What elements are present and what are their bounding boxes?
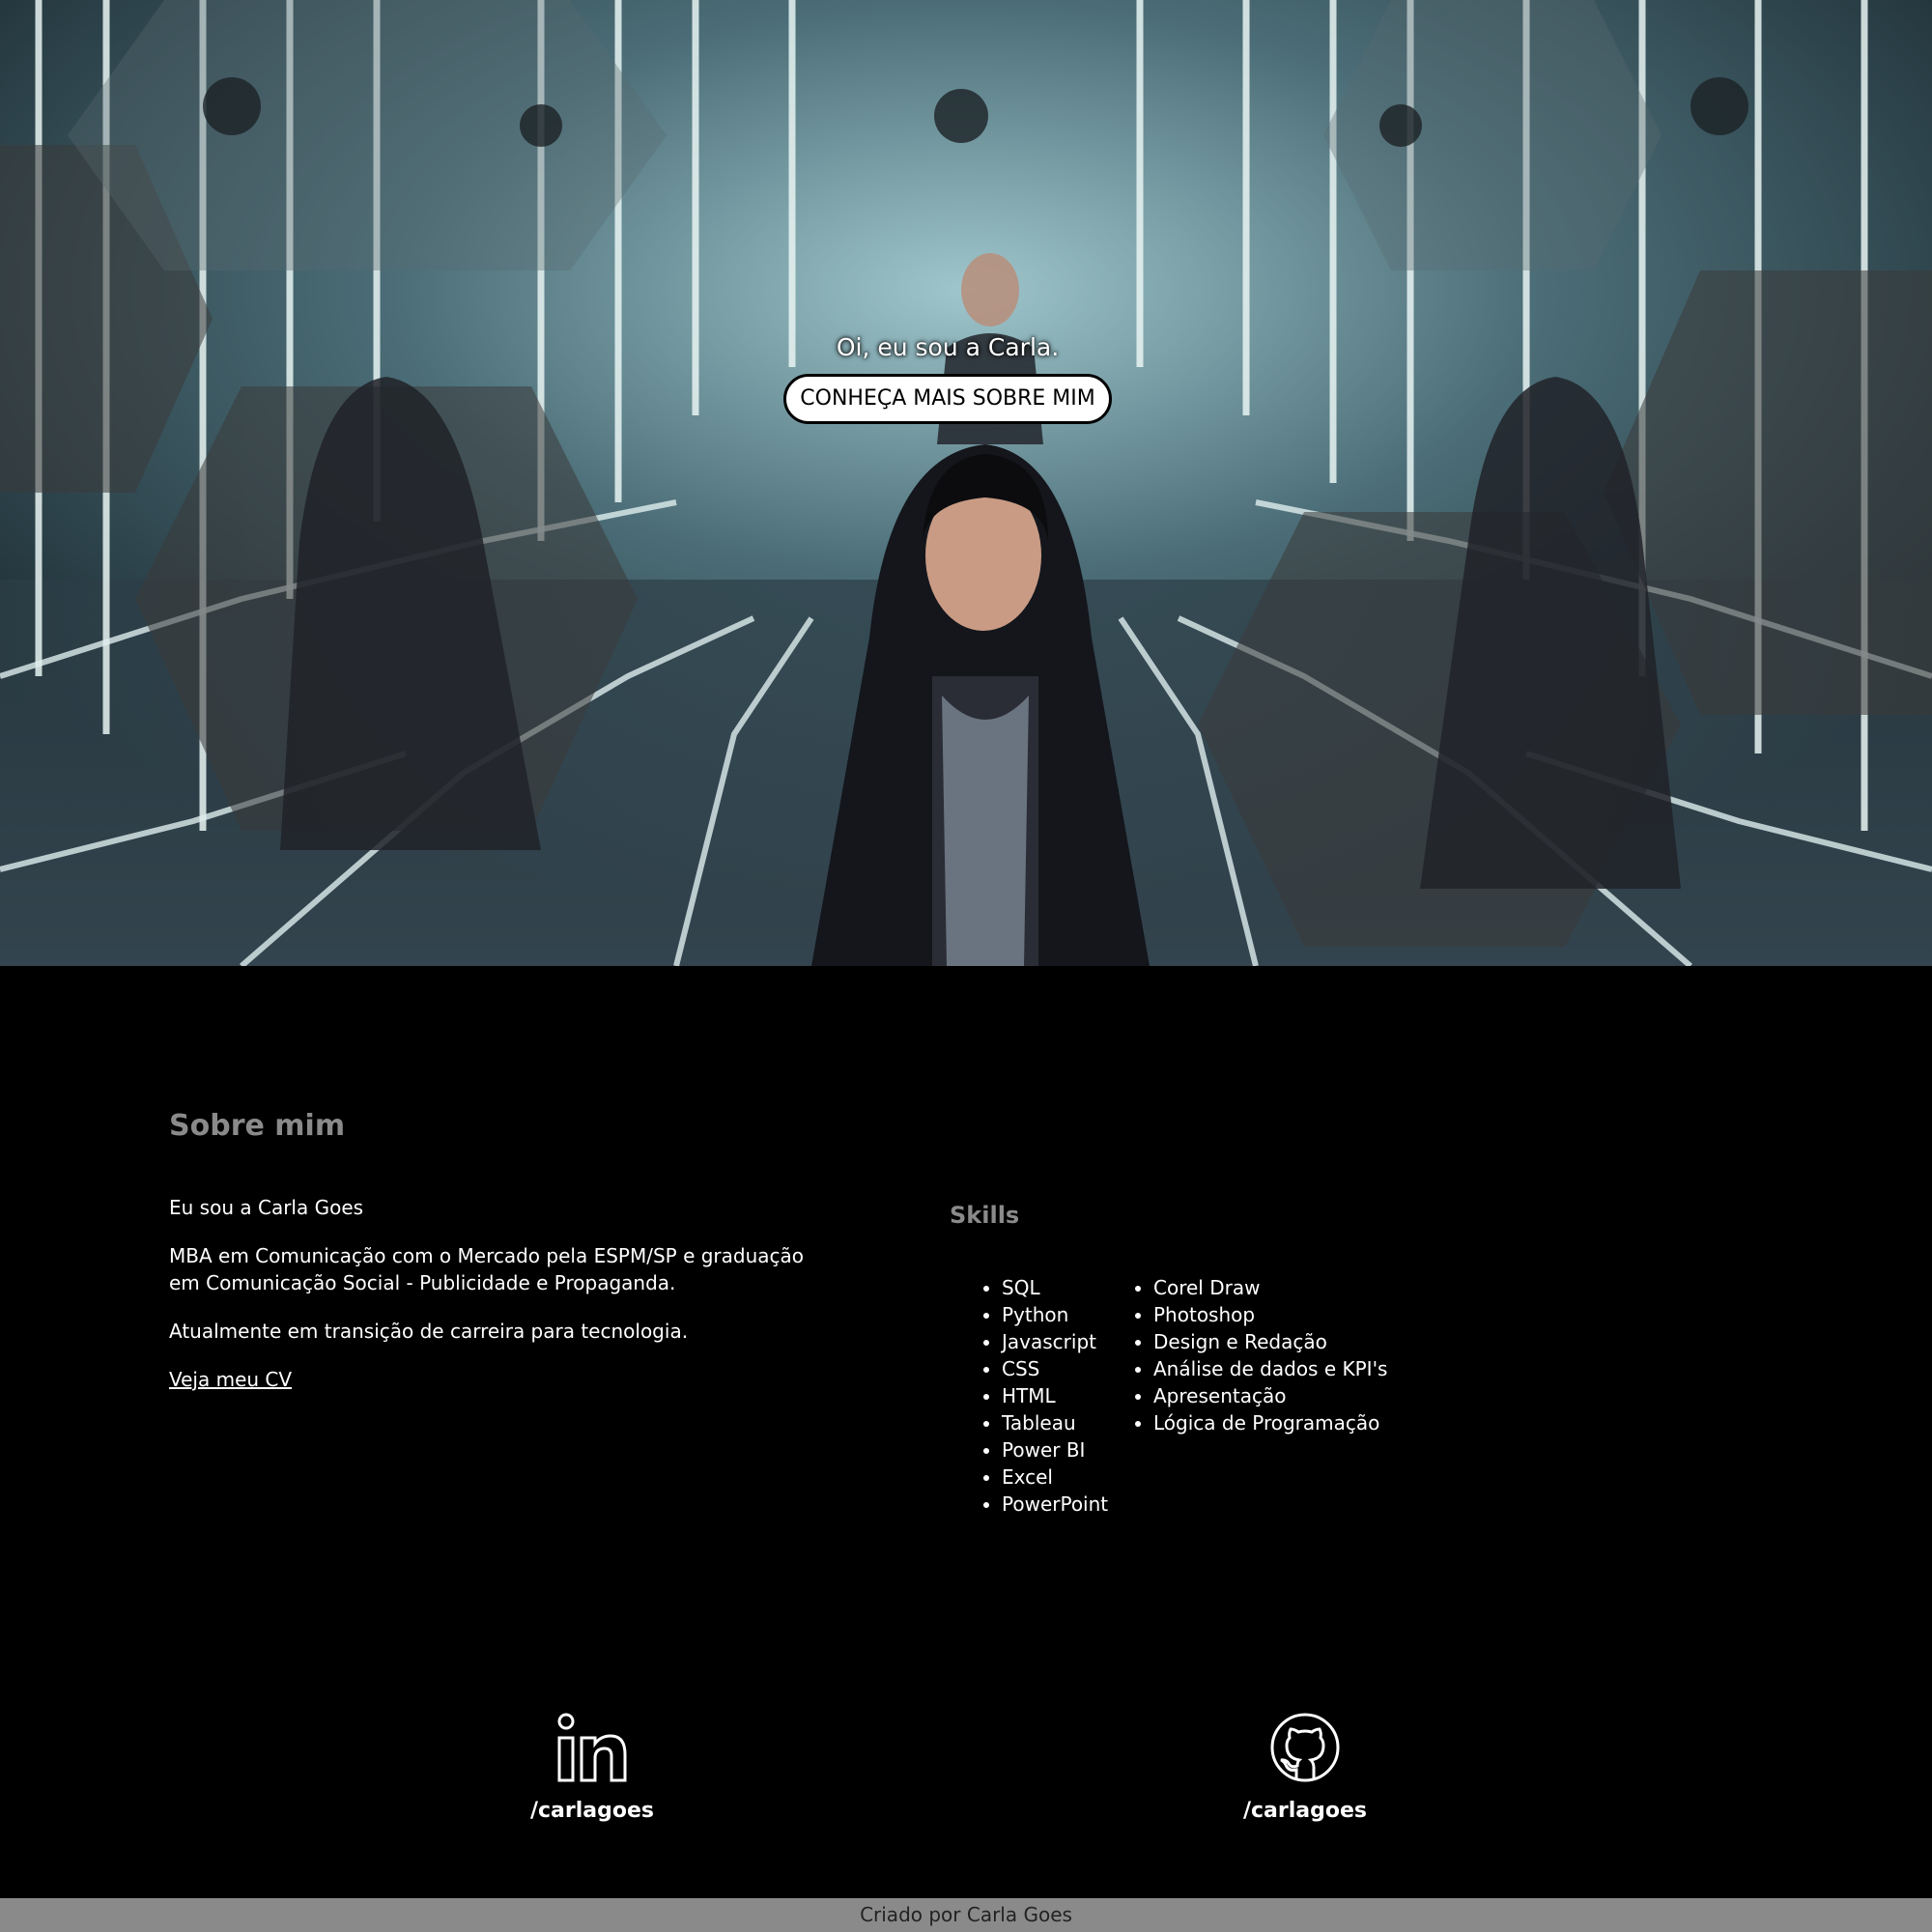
- list-item: Análise de dados e KPI's: [1153, 1355, 1387, 1382]
- cv-link[interactable]: Veja meu CV: [169, 1368, 292, 1391]
- hero-section: Oi, eu sou a Carla. CONHEÇA MAIS SOBRE M…: [0, 0, 1932, 966]
- list-item: CSS: [1002, 1355, 1108, 1382]
- github-link[interactable]: /carlagoes: [1208, 1712, 1402, 1823]
- github-icon: [1270, 1713, 1340, 1782]
- linkedin-icon: [557, 1713, 627, 1782]
- list-item: Corel Draw: [1153, 1274, 1387, 1301]
- hero-background-photo: [0, 0, 1932, 966]
- linkedin-link[interactable]: /carlagoes: [496, 1712, 689, 1823]
- linkedin-handle: /carlagoes: [529, 1799, 655, 1823]
- about-education: MBA em Comunicação com o Mercado pela ES…: [169, 1244, 805, 1294]
- about-title: Sobre mim: [169, 1109, 346, 1143]
- list-item: Tableau: [1002, 1409, 1108, 1436]
- list-item: SQL: [1002, 1274, 1108, 1301]
- about-text: Eu sou a Carla Goes MBA em Comunicação c…: [169, 1194, 826, 1414]
- about-section: Sobre mim Eu sou a Carla Goes MBA em Com…: [0, 966, 1932, 1898]
- about-intro: Eu sou a Carla Goes: [169, 1196, 364, 1219]
- skills-list-other: Corel Draw Photoshop Design e Redação An…: [1101, 1274, 1387, 1436]
- footer: Criado por Carla Goes: [0, 1898, 1932, 1932]
- learn-more-button[interactable]: CONHEÇA MAIS SOBRE MIM: [783, 374, 1112, 424]
- about-current: Atualmente em transição de carreira para…: [169, 1320, 689, 1343]
- list-item: Excel: [1002, 1463, 1108, 1491]
- list-item: Python: [1002, 1301, 1108, 1328]
- skills-title: Skills: [950, 1202, 1020, 1229]
- list-item: PowerPoint: [1002, 1491, 1108, 1518]
- hero-greeting: Oi, eu sou a Carla.: [836, 333, 1060, 361]
- list-item: Javascript: [1002, 1328, 1108, 1355]
- list-item: Design e Redação: [1153, 1328, 1387, 1355]
- footer-credit: Criado por Carla Goes: [860, 1903, 1072, 1926]
- github-handle: /carlagoes: [1242, 1799, 1368, 1823]
- skills-list-technical: SQL Python Javascript CSS HTML Tableau P…: [950, 1274, 1108, 1518]
- list-item: HTML: [1002, 1382, 1108, 1409]
- list-item: Lógica de Programação: [1153, 1409, 1387, 1436]
- list-item: Photoshop: [1153, 1301, 1387, 1328]
- list-item: Apresentação: [1153, 1382, 1387, 1409]
- hero-content: Oi, eu sou a Carla. CONHEÇA MAIS SOBRE M…: [0, 333, 1895, 424]
- list-item: Power BI: [1002, 1436, 1108, 1463]
